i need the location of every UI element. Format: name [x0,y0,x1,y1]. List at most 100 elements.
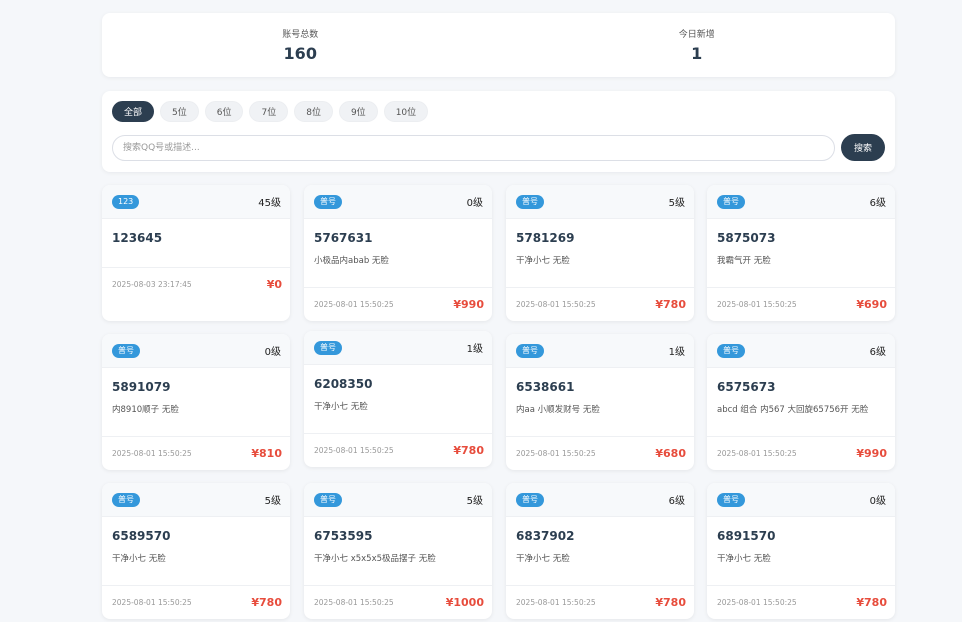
stat-total-value: 160 [283,44,317,63]
stat-today-value: 1 [691,44,703,63]
account-type-badge: 123 [112,194,140,209]
created-time: 2025-08-01 15:50:25 [516,598,596,607]
card-body: 6575673 abcd 组合 内567 大回旋65756开 无脸 [707,368,895,415]
created-time: 2025-08-01 15:50:25 [516,449,596,458]
account-card[interactable]: 普号 0级 6891570 干净小七 无脸 2025-08-01 15:50:2… [707,483,895,619]
created-time: 2025-08-01 15:50:25 [717,300,797,309]
card-body: 6891570 干净小七 无脸 [707,517,895,564]
account-level: 0级 [264,347,281,358]
created-time: 2025-08-01 15:50:25 [516,300,596,309]
card-body: 6538661 内aa 小顺发财号 无脸 [506,368,694,415]
filter-8-digit[interactable]: 8位 [294,101,333,122]
filter-5-digit[interactable]: 5位 [160,101,199,122]
account-description: abcd 组合 内567 大回旋65756开 无脸 [717,405,869,415]
stat-today-label: 今日新增 [678,30,715,40]
created-time: 2025-08-01 15:50:25 [112,449,192,458]
filter-all[interactable]: 全部 [112,101,155,122]
price: ¥780 [453,444,484,457]
account-description: 小极品内abab 无脸 [314,256,389,266]
account-card[interactable]: 123 45级 123645 2025-08-03 23:17:45 ¥0 [102,185,290,321]
qq-number: 6837902 [516,529,575,543]
price: ¥990 [856,447,887,460]
card-footer: 2025-08-01 15:50:25 ¥780 [506,585,694,619]
account-type-badge: 普号 [717,492,745,507]
account-card[interactable]: 普号 1级 6538661 内aa 小顺发财号 无脸 2025-08-01 15… [506,334,694,470]
account-type-badge: 普号 [314,340,342,355]
price: ¥1000 [445,596,484,609]
card-header: 普号 0级 [304,185,492,219]
search-button[interactable]: 搜索 [841,134,885,161]
qq-number: 6208350 [314,377,373,391]
account-card[interactable]: 普号 0级 5891079 内8910顺子 无脸 2025-08-01 15:5… [102,334,290,470]
card-header: 普号 1级 [304,331,492,365]
account-description: 内aa 小顺发财号 无脸 [516,405,600,415]
account-type-badge: 普号 [717,194,745,209]
card-header: 普号 0级 [102,334,290,368]
account-card[interactable]: 普号 6级 6837902 干净小七 无脸 2025-08-01 15:50:2… [506,483,694,619]
account-type-badge: 普号 [717,343,745,358]
qq-number: 6538661 [516,380,575,394]
card-header: 普号 5级 [506,185,694,219]
account-level: 5级 [668,198,685,209]
account-type-badge: 普号 [516,492,544,507]
account-description: 内8910顺子 无脸 [112,405,179,415]
account-card[interactable]: 普号 5级 6589570 干净小七 无脸 2025-08-01 15:50:2… [102,483,290,619]
account-level: 0级 [466,198,483,209]
account-description: 干净小七 x5x5x5极品摆子 无脸 [314,554,436,564]
card-body: 5781269 干净小七 无脸 [506,219,694,266]
stat-total-label: 账号总数 [282,30,319,40]
card-header: 123 45级 [102,185,290,219]
card-header: 普号 6级 [707,334,895,368]
card-body: 5875073 我霸气开 无脸 [707,219,895,266]
card-footer: 2025-08-01 15:50:25 ¥810 [102,436,290,470]
account-level: 1级 [668,347,685,358]
filter-9-digit[interactable]: 9位 [338,101,378,122]
card-footer: 2025-08-01 15:50:25 ¥780 [506,287,694,321]
account-card[interactable]: 普号 6级 6575673 abcd 组合 内567 大回旋65756开 无脸 … [707,334,895,470]
account-description: 干净小七 无脸 [112,554,166,564]
card-header: 普号 5级 [304,483,492,517]
account-card[interactable]: 普号 0级 5767631 小极品内abab 无脸 2025-08-01 15:… [304,185,492,321]
card-body: 5767631 小极品内abab 无脸 [304,219,492,266]
filter-7-digit[interactable]: 7位 [249,101,289,122]
card-body: 6837902 干净小七 无脸 [506,517,694,564]
qq-number: 5875073 [717,231,776,245]
card-footer: 2025-08-01 15:50:25 ¥690 [707,287,895,321]
account-description: 干净小七 无脸 [516,256,570,266]
account-level: 5级 [466,496,483,507]
filter-10-digit[interactable]: 10位 [383,101,429,122]
created-time: 2025-08-01 15:50:25 [314,598,394,607]
qq-number: 123645 [112,231,163,245]
card-header: 普号 6级 [707,185,895,219]
account-type-badge: 普号 [516,343,544,358]
price: ¥990 [453,298,484,311]
account-description: 干净小七 无脸 [314,402,368,412]
account-level: 45级 [258,198,281,209]
card-body: 6589570 干净小七 无脸 [102,517,290,564]
price: ¥780 [655,596,686,609]
account-card[interactable]: 普号 1级 6208350 干净小七 无脸 2025-08-01 15:50:2… [304,331,492,467]
qq-number: 6575673 [717,380,776,394]
account-type-badge: 普号 [516,194,544,209]
account-level: 0级 [869,496,886,507]
created-time: 2025-08-01 15:50:25 [112,598,192,607]
card-footer: 2025-08-01 15:50:25 ¥990 [707,436,895,470]
card-footer: 2025-08-01 15:50:25 ¥990 [304,287,492,321]
filter-6-digit[interactable]: 6位 [204,101,244,122]
account-card[interactable]: 普号 5级 5781269 干净小七 无脸 2025-08-01 15:50:2… [506,185,694,321]
account-card[interactable]: 普号 5级 6753595 干净小七 x5x5x5极品摆子 无脸 2025-08… [304,483,492,619]
search-input[interactable] [112,135,835,161]
card-footer: 2025-08-01 15:50:25 ¥780 [707,585,895,619]
price: ¥680 [655,447,686,460]
card-header: 普号 6级 [506,483,694,517]
card-footer: 2025-08-01 15:50:25 ¥1000 [304,585,492,619]
card-footer: 2025-08-03 23:17:45 ¥0 [102,267,290,301]
card-header: 普号 1级 [506,334,694,368]
account-card[interactable]: 普号 6级 5875073 我霸气开 无脸 2025-08-01 15:50:2… [707,185,895,321]
account-level: 6级 [668,496,685,507]
account-level: 1级 [466,344,483,355]
qq-number: 6753595 [314,529,373,543]
price: ¥690 [856,298,887,311]
qq-number: 6589570 [112,529,171,543]
account-level: 5级 [264,496,281,507]
